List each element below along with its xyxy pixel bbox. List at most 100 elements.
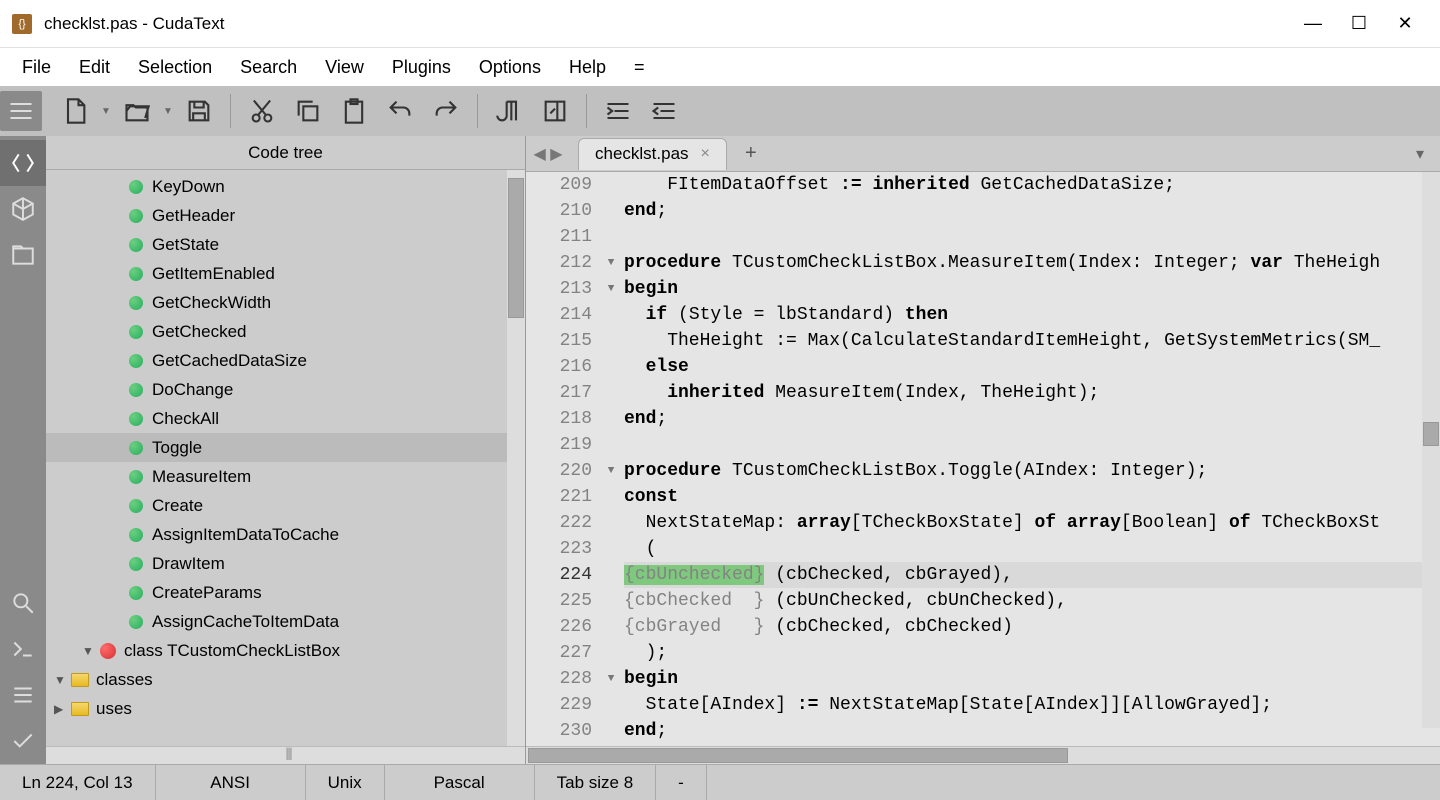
activity-project[interactable] [0, 186, 46, 232]
tree-toggle-icon[interactable]: ▶ [54, 702, 70, 716]
tree-row[interactable]: GetItemEnabled [46, 259, 525, 288]
gutter-line[interactable]: 215 [526, 328, 592, 354]
tab-new-button[interactable]: + [735, 142, 767, 165]
status-tabsize[interactable]: Tab size 8 [535, 765, 657, 800]
activity-tabs[interactable] [0, 232, 46, 278]
code-line[interactable]: {cbUnchecked} (cbChecked, cbGrayed), [624, 562, 1440, 588]
save-button[interactable] [178, 91, 220, 131]
fold-marker[interactable]: ▼ [604, 250, 618, 276]
gutter-line[interactable]: 221 [526, 484, 592, 510]
gutter-line[interactable]: 209 [526, 172, 592, 198]
gutter-line[interactable]: 211 [526, 224, 592, 250]
gutter-line[interactable]: 230 [526, 718, 592, 744]
activity-validate[interactable] [0, 718, 46, 764]
tree-row[interactable]: Create [46, 491, 525, 520]
code-line[interactable] [624, 432, 1440, 458]
tree-toggle-icon[interactable]: ▼ [54, 673, 70, 687]
gutter-line[interactable]: 229 [526, 692, 592, 718]
tree-row[interactable]: GetHeader [46, 201, 525, 230]
code-line[interactable]: procedure TCustomCheckListBox.Toggle(AIn… [624, 458, 1440, 484]
gutter-line[interactable]: 228 [526, 666, 592, 692]
tab-close-icon[interactable]: × [701, 145, 710, 163]
redo-button[interactable] [425, 91, 467, 131]
code-line[interactable]: const [624, 484, 1440, 510]
code-line[interactable]: NextStateMap: array[TCheckBoxState] of a… [624, 510, 1440, 536]
tree-row[interactable]: GetChecked [46, 317, 525, 346]
code-view[interactable]: 2092102112122132142152162172182192202212… [526, 172, 1440, 746]
unindent-button[interactable] [643, 91, 685, 131]
gutter-line[interactable]: 227 [526, 640, 592, 666]
menu-file[interactable]: File [8, 51, 65, 84]
status-position[interactable]: Ln 224, Col 13 [0, 765, 156, 800]
code-line[interactable]: end; [624, 198, 1440, 224]
new-file-dropdown[interactable]: ▼ [100, 106, 112, 117]
code-line[interactable]: else [624, 354, 1440, 380]
tree-row[interactable]: GetCachedDataSize [46, 346, 525, 375]
code-vscrollbar[interactable] [1422, 172, 1440, 728]
gutter-line[interactable]: 219 [526, 432, 592, 458]
unprinted-button[interactable] [488, 91, 530, 131]
code-line[interactable]: inherited MeasureItem(Index, TheHeight); [624, 380, 1440, 406]
gutter-line[interactable]: 218 [526, 406, 592, 432]
menu-equals[interactable]: = [620, 51, 659, 84]
hamburger-icon[interactable] [0, 91, 42, 131]
code-line[interactable] [624, 224, 1440, 250]
gutter-line[interactable]: 213 [526, 276, 592, 302]
code-line[interactable]: ( [624, 536, 1440, 562]
tree-row[interactable]: DoChange [46, 375, 525, 404]
menu-selection[interactable]: Selection [124, 51, 226, 84]
code-line[interactable]: procedure TCustomCheckListBox.MeasureIte… [624, 250, 1440, 276]
menu-plugins[interactable]: Plugins [378, 51, 465, 84]
menu-view[interactable]: View [311, 51, 378, 84]
minimize-button[interactable]: — [1290, 8, 1336, 40]
gutter-line[interactable]: 216 [526, 354, 592, 380]
tree-row[interactable]: ▶uses [46, 694, 525, 723]
open-file-dropdown[interactable]: ▼ [162, 106, 174, 117]
menu-help[interactable]: Help [555, 51, 620, 84]
gutter-line[interactable]: 225 [526, 588, 592, 614]
code-line[interactable]: end; [624, 718, 1440, 744]
gutter-line[interactable]: 210 [526, 198, 592, 224]
tree-scrollbar[interactable] [507, 170, 525, 746]
code-line[interactable]: if (Style = lbStandard) then [624, 302, 1440, 328]
close-button[interactable]: ✕ [1382, 8, 1428, 40]
tree-row[interactable]: MeasureItem [46, 462, 525, 491]
gutter-line[interactable]: 223 [526, 536, 592, 562]
code-line[interactable]: {cbGrayed } (cbChecked, cbChecked) [624, 614, 1440, 640]
tree-row[interactable]: GetCheckWidth [46, 288, 525, 317]
code-hscrollbar[interactable] [526, 746, 1440, 764]
gutter-line[interactable]: 217 [526, 380, 592, 406]
tree-row[interactable]: Toggle [46, 433, 525, 462]
gutter-line[interactable]: 224 [526, 562, 592, 588]
tree-row[interactable]: GetState [46, 230, 525, 259]
copy-button[interactable] [287, 91, 329, 131]
menu-search[interactable]: Search [226, 51, 311, 84]
tree-row[interactable]: CreateParams [46, 578, 525, 607]
tab-nav-arrows[interactable]: ◀ ▶ [526, 144, 570, 164]
tree-row[interactable]: AssignCacheToItemData [46, 607, 525, 636]
undo-button[interactable] [379, 91, 421, 131]
tree-toggle-icon[interactable]: ▼ [82, 644, 98, 658]
tree-row[interactable]: DrawItem [46, 549, 525, 578]
activity-output[interactable] [0, 672, 46, 718]
tree-row[interactable]: KeyDown [46, 172, 525, 201]
tabbar-menu-icon[interactable]: ▾ [1416, 144, 1440, 164]
code-line[interactable]: TheHeight := Max(CalculateStandardItemHe… [624, 328, 1440, 354]
activity-console[interactable] [0, 626, 46, 672]
tree-row[interactable]: ▼class TCustomCheckListBox [46, 636, 525, 665]
code-line[interactable]: FItemDataOffset := inherited GetCachedDa… [624, 172, 1440, 198]
tree-hscrollbar[interactable] [46, 746, 525, 764]
activity-code-tree[interactable] [0, 140, 46, 186]
tree-row[interactable]: ▼classes [46, 665, 525, 694]
gutter-line[interactable]: 222 [526, 510, 592, 536]
activity-search[interactable] [0, 580, 46, 626]
maximize-button[interactable]: ☐ [1336, 8, 1382, 40]
code-line[interactable]: {cbChecked } (cbUnChecked, cbUnChecked), [624, 588, 1440, 614]
gutter-line[interactable]: 226 [526, 614, 592, 640]
gutter-line[interactable]: 220 [526, 458, 592, 484]
status-encoding[interactable]: ANSI [156, 765, 306, 800]
fold-marker[interactable]: ▼ [604, 666, 618, 692]
code-line[interactable]: ); [624, 640, 1440, 666]
status-lexer[interactable]: Pascal [385, 765, 535, 800]
new-file-button[interactable] [54, 91, 96, 131]
